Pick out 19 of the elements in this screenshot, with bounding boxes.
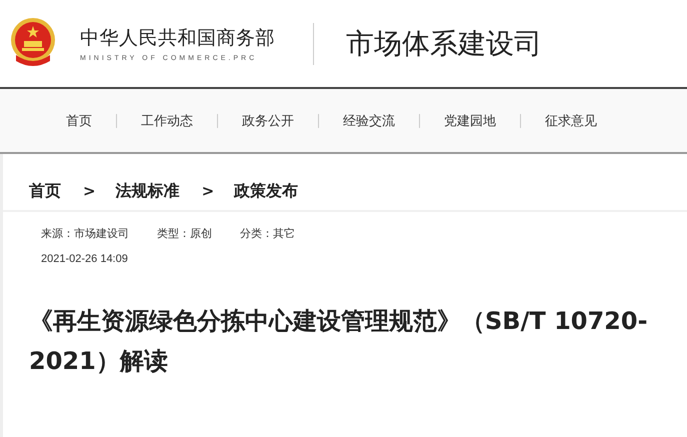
nav-link[interactable]: 政务公开 [222,112,314,130]
article-title: 《再生资源绿色分拣中心建设管理规范》（SB/T 10720-2021）解读 [28,306,649,377]
nav-link[interactable]: 工作动态 [121,112,213,130]
breadcrumb-link[interactable]: 首页 [29,180,61,202]
nav-link[interactable]: 首页 [46,112,112,130]
emblem-icon [8,16,58,66]
meta-field: 分类：其它 [240,226,295,241]
nav-link[interactable]: 经验交流 [323,112,415,130]
nav-link[interactable]: 征求意见 [525,112,617,130]
breadcrumb-link[interactable]: 政策发布 [234,180,298,202]
breadcrumb-link[interactable]: 法规标准 [116,180,180,202]
publish-date: 2021-02-26 14:09 [41,253,129,265]
breadcrumb-separator: > [83,182,96,200]
ministry-name: 中华人民共和国商务部 [80,26,275,51]
meta-field: 类型：原创 [157,226,212,241]
department-title: 市场体系建设司 [346,26,542,62]
breadcrumb-separator: > [202,182,214,200]
meta-field: 来源：市场建设司 [41,226,129,241]
nav-link[interactable]: 党建园地 [424,112,516,130]
